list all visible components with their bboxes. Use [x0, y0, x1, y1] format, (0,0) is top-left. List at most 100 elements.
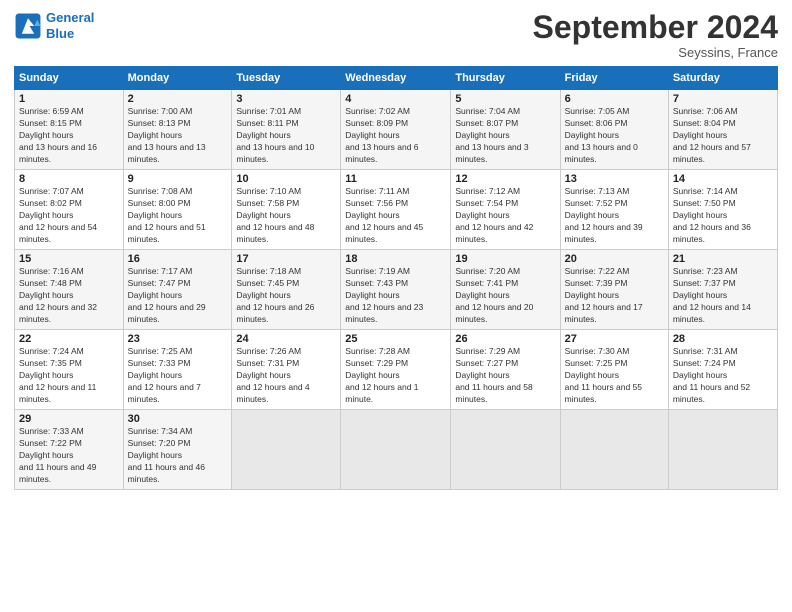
day-info: Sunrise: 7:33 AM Sunset: 7:22 PM Dayligh…: [19, 426, 119, 485]
table-row: 17 Sunrise: 7:18 AM Sunset: 7:45 PM Dayl…: [232, 250, 341, 330]
day-number: 3: [236, 93, 336, 105]
day-number: 18: [345, 253, 446, 265]
day-info: Sunrise: 7:20 AM Sunset: 7:41 PM Dayligh…: [455, 266, 555, 325]
table-row: 23 Sunrise: 7:25 AM Sunset: 7:33 PM Dayl…: [123, 330, 232, 410]
table-row: 6 Sunrise: 7:05 AM Sunset: 8:06 PM Dayli…: [560, 90, 668, 170]
day-number: 25: [345, 333, 446, 345]
title-block: September 2024 Seyssins, France: [533, 10, 778, 60]
day-info: Sunrise: 7:28 AM Sunset: 7:29 PM Dayligh…: [345, 346, 446, 405]
day-number: 11: [345, 173, 446, 185]
day-number: 17: [236, 253, 336, 265]
table-row: [560, 410, 668, 489]
day-info: Sunrise: 7:29 AM Sunset: 7:27 PM Dayligh…: [455, 346, 555, 405]
day-info: Sunrise: 7:19 AM Sunset: 7:43 PM Dayligh…: [345, 266, 446, 325]
day-number: 22: [19, 333, 119, 345]
location: Seyssins, France: [533, 45, 778, 60]
table-row: 7 Sunrise: 7:06 AM Sunset: 8:04 PM Dayli…: [668, 90, 777, 170]
col-sunday: Sunday: [15, 67, 124, 90]
day-info: Sunrise: 7:13 AM Sunset: 7:52 PM Dayligh…: [565, 186, 664, 245]
day-number: 21: [673, 253, 773, 265]
day-info: Sunrise: 7:31 AM Sunset: 7:24 PM Dayligh…: [673, 346, 773, 405]
col-saturday: Saturday: [668, 67, 777, 90]
table-row: [232, 410, 341, 489]
day-info: Sunrise: 7:25 AM Sunset: 7:33 PM Dayligh…: [128, 346, 228, 405]
day-number: 12: [455, 173, 555, 185]
table-row: 18 Sunrise: 7:19 AM Sunset: 7:43 PM Dayl…: [341, 250, 451, 330]
table-row: 4 Sunrise: 7:02 AM Sunset: 8:09 PM Dayli…: [341, 90, 451, 170]
day-number: 7: [673, 93, 773, 105]
day-info: Sunrise: 7:18 AM Sunset: 7:45 PM Dayligh…: [236, 266, 336, 325]
day-number: 28: [673, 333, 773, 345]
day-number: 5: [455, 93, 555, 105]
logo: General Blue: [14, 10, 94, 41]
day-info: Sunrise: 7:14 AM Sunset: 7:50 PM Dayligh…: [673, 186, 773, 245]
table-row: 29 Sunrise: 7:33 AM Sunset: 7:22 PM Dayl…: [15, 410, 124, 489]
calendar-table: Sunday Monday Tuesday Wednesday Thursday…: [14, 66, 778, 489]
day-info: Sunrise: 7:00 AM Sunset: 8:13 PM Dayligh…: [128, 106, 228, 165]
table-row: 2 Sunrise: 7:00 AM Sunset: 8:13 PM Dayli…: [123, 90, 232, 170]
table-row: 28 Sunrise: 7:31 AM Sunset: 7:24 PM Dayl…: [668, 330, 777, 410]
day-info: Sunrise: 7:34 AM Sunset: 7:20 PM Dayligh…: [128, 426, 228, 485]
logo-icon: [14, 12, 42, 40]
day-info: Sunrise: 7:11 AM Sunset: 7:56 PM Dayligh…: [345, 186, 446, 245]
header: General Blue September 2024 Seyssins, Fr…: [14, 10, 778, 60]
day-number: 2: [128, 93, 228, 105]
day-info: Sunrise: 7:02 AM Sunset: 8:09 PM Dayligh…: [345, 106, 446, 165]
table-row: 30 Sunrise: 7:34 AM Sunset: 7:20 PM Dayl…: [123, 410, 232, 489]
day-info: Sunrise: 7:08 AM Sunset: 8:00 PM Dayligh…: [128, 186, 228, 245]
day-number: 9: [128, 173, 228, 185]
table-row: [668, 410, 777, 489]
day-info: Sunrise: 7:01 AM Sunset: 8:11 PM Dayligh…: [236, 106, 336, 165]
month-title: September 2024: [533, 10, 778, 45]
col-thursday: Thursday: [451, 67, 560, 90]
table-row: 25 Sunrise: 7:28 AM Sunset: 7:29 PM Dayl…: [341, 330, 451, 410]
table-row: 1 Sunrise: 6:59 AM Sunset: 8:15 PM Dayli…: [15, 90, 124, 170]
day-number: 14: [673, 173, 773, 185]
day-info: Sunrise: 6:59 AM Sunset: 8:15 PM Dayligh…: [19, 106, 119, 165]
header-row: Sunday Monday Tuesday Wednesday Thursday…: [15, 67, 778, 90]
day-info: Sunrise: 7:10 AM Sunset: 7:58 PM Dayligh…: [236, 186, 336, 245]
day-info: Sunrise: 7:07 AM Sunset: 8:02 PM Dayligh…: [19, 186, 119, 245]
col-friday: Friday: [560, 67, 668, 90]
day-info: Sunrise: 7:22 AM Sunset: 7:39 PM Dayligh…: [565, 266, 664, 325]
day-number: 19: [455, 253, 555, 265]
day-number: 10: [236, 173, 336, 185]
day-number: 24: [236, 333, 336, 345]
calendar-row-4: 22 Sunrise: 7:24 AM Sunset: 7:35 PM Dayl…: [15, 330, 778, 410]
day-info: Sunrise: 7:05 AM Sunset: 8:06 PM Dayligh…: [565, 106, 664, 165]
day-number: 1: [19, 93, 119, 105]
calendar-row-5: 29 Sunrise: 7:33 AM Sunset: 7:22 PM Dayl…: [15, 410, 778, 489]
logo-text: General Blue: [46, 10, 94, 41]
day-number: 6: [565, 93, 664, 105]
day-info: Sunrise: 7:17 AM Sunset: 7:47 PM Dayligh…: [128, 266, 228, 325]
day-info: Sunrise: 7:23 AM Sunset: 7:37 PM Dayligh…: [673, 266, 773, 325]
day-number: 26: [455, 333, 555, 345]
table-row: 22 Sunrise: 7:24 AM Sunset: 7:35 PM Dayl…: [15, 330, 124, 410]
col-monday: Monday: [123, 67, 232, 90]
calendar-page: General Blue September 2024 Seyssins, Fr…: [0, 0, 792, 612]
day-info: Sunrise: 7:12 AM Sunset: 7:54 PM Dayligh…: [455, 186, 555, 245]
table-row: 15 Sunrise: 7:16 AM Sunset: 7:48 PM Dayl…: [15, 250, 124, 330]
table-row: 20 Sunrise: 7:22 AM Sunset: 7:39 PM Dayl…: [560, 250, 668, 330]
table-row: 10 Sunrise: 7:10 AM Sunset: 7:58 PM Dayl…: [232, 170, 341, 250]
day-number: 27: [565, 333, 664, 345]
table-row: 13 Sunrise: 7:13 AM Sunset: 7:52 PM Dayl…: [560, 170, 668, 250]
day-number: 15: [19, 253, 119, 265]
calendar-row-1: 1 Sunrise: 6:59 AM Sunset: 8:15 PM Dayli…: [15, 90, 778, 170]
day-info: Sunrise: 7:04 AM Sunset: 8:07 PM Dayligh…: [455, 106, 555, 165]
table-row: 8 Sunrise: 7:07 AM Sunset: 8:02 PM Dayli…: [15, 170, 124, 250]
day-number: 8: [19, 173, 119, 185]
col-tuesday: Tuesday: [232, 67, 341, 90]
table-row: 11 Sunrise: 7:11 AM Sunset: 7:56 PM Dayl…: [341, 170, 451, 250]
day-info: Sunrise: 7:30 AM Sunset: 7:25 PM Dayligh…: [565, 346, 664, 405]
calendar-row-2: 8 Sunrise: 7:07 AM Sunset: 8:02 PM Dayli…: [15, 170, 778, 250]
table-row: 21 Sunrise: 7:23 AM Sunset: 7:37 PM Dayl…: [668, 250, 777, 330]
day-info: Sunrise: 7:26 AM Sunset: 7:31 PM Dayligh…: [236, 346, 336, 405]
table-row: 19 Sunrise: 7:20 AM Sunset: 7:41 PM Dayl…: [451, 250, 560, 330]
day-info: Sunrise: 7:24 AM Sunset: 7:35 PM Dayligh…: [19, 346, 119, 405]
table-row: 12 Sunrise: 7:12 AM Sunset: 7:54 PM Dayl…: [451, 170, 560, 250]
table-row: 9 Sunrise: 7:08 AM Sunset: 8:00 PM Dayli…: [123, 170, 232, 250]
day-number: 30: [128, 413, 228, 425]
day-number: 4: [345, 93, 446, 105]
day-number: 13: [565, 173, 664, 185]
